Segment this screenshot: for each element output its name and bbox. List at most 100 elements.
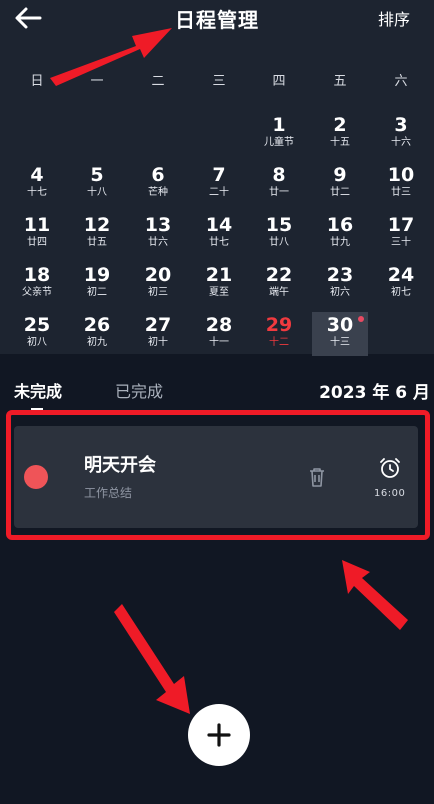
lunar-date: 夏至 [209,287,229,298]
lunar-date: 十三 [330,337,350,348]
day-number: 26 [83,314,111,336]
lunar-date: 廿二 [330,187,350,198]
calendar-day[interactable]: 12 廿五 [69,212,125,256]
day-number: 21 [205,264,233,286]
day-number: 4 [30,164,44,186]
calendar-day[interactable]: 29 十二 [251,312,307,356]
day-number: 15 [265,214,293,236]
alarm-button[interactable] [378,456,402,480]
task-tabs: 未完成 已完成 2023 年 6 月 [0,370,434,411]
lunar-date: 十六 [391,137,411,148]
day-number: 10 [387,164,415,186]
day-number: 27 [144,314,172,336]
day-number: 8 [272,164,286,186]
lunar-date: 廿九 [330,237,350,248]
day-number: 25 [23,314,51,336]
add-task-button[interactable] [188,704,250,766]
alarm-time: 16:00 [374,488,406,499]
sort-button[interactable]: 排序 [378,6,410,30]
day-number: 23 [326,264,354,286]
calendar-day[interactable]: 6 芒种 [130,162,186,206]
day-number: 5 [90,164,104,186]
calendar-day[interactable]: 9 廿二 [312,162,368,206]
calendar-day[interactable]: 21 夏至 [191,262,247,306]
weekday-thu: 四 [272,74,286,89]
lunar-date: 十一 [209,337,229,348]
calendar-day[interactable]: 3 十六 [373,112,429,156]
calendar-day[interactable]: 13 廿六 [130,212,186,256]
lunar-date: 初八 [27,337,47,348]
lunar-date: 廿六 [148,237,168,248]
trash-icon [310,468,324,487]
calendar-day[interactable]: 20 初三 [130,262,186,306]
calendar-day[interactable]: 1 儿童节 [251,112,307,156]
lunar-date: 十二 [269,337,289,348]
day-number: 16 [326,214,354,236]
plus-icon [207,723,231,747]
calendar-day[interactable]: 30 十三 [312,312,368,356]
tab-completed[interactable]: 已完成 [115,378,163,402]
lunar-date: 廿一 [269,187,289,198]
calendar-day[interactable]: 22 端午 [251,262,307,306]
lunar-date: 廿五 [87,237,107,248]
day-number: 9 [333,164,347,186]
schedule-screen: 日程管理 排序 日 一 二 三 四 五 六 1 儿童节 2 十五 3 十六 4 十七 5 十八 6 芒… [0,0,434,804]
lunar-date: 初六 [330,287,350,298]
weekday-header: 日 一 二 三 四 五 六 [0,70,434,90]
calendar-day[interactable]: 5 十八 [69,162,125,206]
task-title: 明天开会 [84,455,156,476]
calendar-day[interactable]: 8 廿一 [251,162,307,206]
calendar-day[interactable]: 27 初十 [130,312,186,356]
day-number: 17 [387,214,415,236]
task-status-dot[interactable] [24,465,48,489]
day-number: 22 [265,264,293,286]
lunar-date: 十五 [330,137,350,148]
calendar-day[interactable]: 4 十七 [9,162,65,206]
month-calendar: 日 一 二 三 四 五 六 1 儿童节 2 十五 3 十六 4 十七 5 十八 6 芒种 7 二十 8 廿一 9… [0,52,434,356]
lunar-date: 十八 [87,187,107,198]
lunar-date: 廿八 [269,237,289,248]
day-number: 24 [387,264,415,286]
delete-task-button[interactable] [304,464,330,490]
calendar-day[interactable]: 23 初六 [312,262,368,306]
calendar-day[interactable]: 10 廿三 [373,162,429,206]
day-number: 29 [265,314,293,336]
calendar-day[interactable]: 18 父亲节 [9,262,65,306]
weekday-wed: 三 [212,74,226,89]
calendar-day[interactable]: 17 三十 [373,212,429,256]
alarm-clock-icon [380,458,400,478]
day-number: 2 [333,114,347,136]
lunar-date: 芒种 [148,187,168,198]
day-number: 3 [394,114,408,136]
day-number: 1 [272,114,286,136]
calendar-day[interactable]: 14 廿七 [191,212,247,256]
calendar-day[interactable]: 7 二十 [191,162,247,206]
lunar-date: 二十 [209,187,229,198]
task-card[interactable]: 明天开会 工作总结 16:00 [14,426,418,528]
calendar-day[interactable]: 19 初二 [69,262,125,306]
annotation-arrow-fab [114,604,190,714]
calendar-day[interactable]: 25 初八 [9,312,65,356]
calendar-day[interactable]: 2 十五 [312,112,368,156]
lunar-date: 初二 [87,287,107,298]
calendar-day[interactable]: 26 初九 [69,312,125,356]
calendar-day[interactable]: 15 廿八 [251,212,307,256]
lunar-date: 廿七 [209,237,229,248]
day-number: 14 [205,214,233,236]
event-indicator-dot [358,316,364,322]
lunar-date: 初十 [148,337,168,348]
annotation-arrow-card [342,560,408,630]
task-subtitle: 工作总结 [84,486,133,500]
day-number: 13 [144,214,172,236]
calendar-day[interactable]: 11 廿四 [9,212,65,256]
lunar-date: 初三 [148,287,168,298]
calendar-day[interactable]: 16 廿九 [312,212,368,256]
lunar-date: 初九 [87,337,107,348]
calendar-day[interactable]: 24 初七 [373,262,429,306]
lunar-date: 十七 [27,187,47,198]
lunar-date: 三十 [391,237,411,248]
calendar-day[interactable]: 28 十一 [191,312,247,356]
top-bar: 日程管理 排序 [0,0,434,52]
day-number: 19 [83,264,111,286]
tab-incomplete[interactable]: 未完成 [14,378,62,402]
